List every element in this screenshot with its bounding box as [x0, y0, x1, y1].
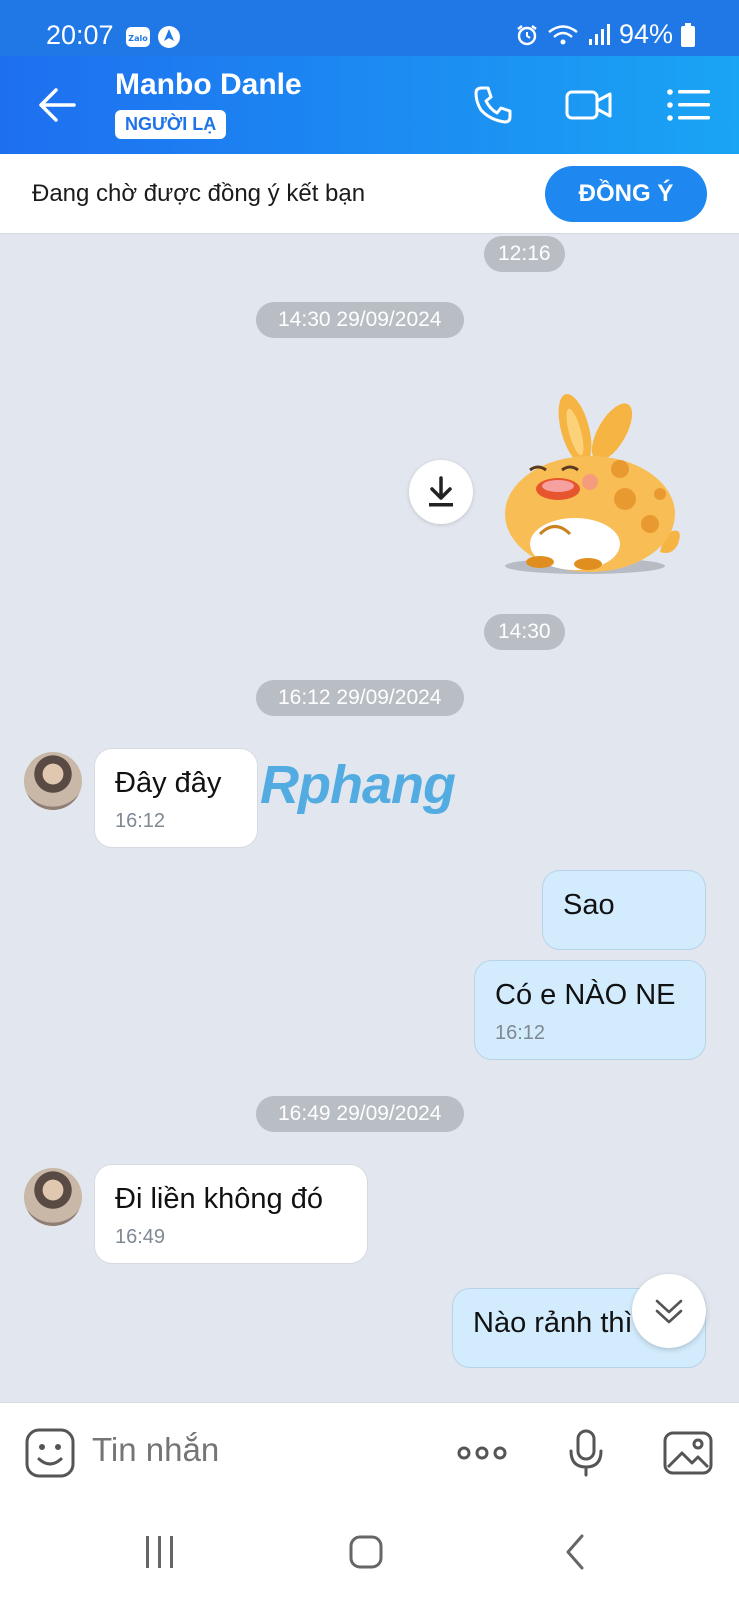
date-separator: 16:49 29/09/2024 — [256, 1096, 464, 1132]
back-arrow-icon[interactable] — [34, 82, 80, 128]
message-bubble-incoming[interactable]: Đi liền không đó 16:49 — [94, 1164, 368, 1264]
date-separator: 16:12 29/09/2024 — [256, 680, 464, 716]
sticker-image[interactable] — [500, 394, 690, 584]
image-gallery-icon[interactable] — [660, 1425, 716, 1481]
wifi-icon — [548, 24, 578, 44]
message-text: Đây đây — [115, 767, 222, 799]
status-indicators: 94% — [515, 19, 695, 50]
app-notification-icon — [158, 26, 180, 48]
sticker-emoji-icon[interactable] — [22, 1425, 78, 1481]
scroll-down-icon[interactable] — [632, 1274, 706, 1348]
message-bubble-outgoing[interactable]: Sao — [542, 870, 706, 950]
message-bubble-incoming[interactable]: Đây đây 16:12 — [94, 748, 258, 848]
accept-friend-button[interactable]: ĐỒNG Ý — [545, 166, 707, 222]
message-time: 16:49 — [115, 1226, 166, 1248]
time-label: 12:16 — [484, 236, 565, 272]
watermark-logo: Rphang — [260, 755, 456, 815]
message-text: Có e NÀO NE — [495, 979, 676, 1011]
signal-icon — [588, 23, 610, 45]
message-list[interactable]: 12:16 14:30 29/09/2024 14:30 16:12 29/09… — [0, 234, 739, 1402]
message-input[interactable] — [92, 1431, 412, 1469]
more-options-icon[interactable] — [454, 1425, 510, 1481]
home-icon[interactable] — [344, 1530, 388, 1574]
message-time: 16:12 — [115, 810, 166, 832]
phone-call-icon[interactable] — [468, 80, 518, 130]
message-text: Sao — [563, 889, 615, 921]
friend-request-text: Đang chờ được đồng ý kết bạn — [32, 180, 366, 207]
message-time: 16:12 — [495, 1022, 546, 1044]
stranger-badge: NGƯỜI LẠ — [115, 110, 227, 139]
time-label: 14:30 — [484, 614, 565, 650]
zalo-icon: Zalo — [126, 27, 150, 47]
message-bubble-outgoing[interactable]: Có e NÀO NE 16:12 — [474, 960, 706, 1060]
friend-request-bar: Đang chờ được đồng ý kết bạn ĐỒNG Ý — [0, 154, 739, 234]
avatar[interactable] — [24, 1168, 82, 1226]
avatar[interactable] — [24, 752, 82, 810]
svg-text:Zalo: Zalo — [128, 34, 148, 43]
back-nav-icon[interactable] — [554, 1530, 598, 1574]
message-composer — [0, 1402, 739, 1502]
video-call-icon[interactable] — [564, 80, 614, 130]
status-bar: 20:07 Zalo 94% — [0, 0, 739, 56]
message-text: Đi liền không đó — [115, 1183, 323, 1215]
date-separator: 14:30 29/09/2024 — [256, 302, 464, 338]
status-time: 20:07 — [46, 20, 114, 50]
microphone-icon[interactable] — [558, 1425, 614, 1481]
system-navigation-bar — [0, 1502, 739, 1600]
download-icon[interactable] — [409, 460, 473, 524]
chat-header: Manbo Danle NGƯỜI LẠ — [0, 56, 739, 154]
battery-percent: 94% — [618, 19, 673, 49]
alarm-icon — [517, 24, 537, 45]
contact-name[interactable]: Manbo Danle — [115, 68, 302, 102]
battery-icon — [681, 22, 695, 47]
recent-apps-icon[interactable] — [138, 1530, 182, 1574]
menu-list-icon[interactable] — [664, 80, 714, 130]
